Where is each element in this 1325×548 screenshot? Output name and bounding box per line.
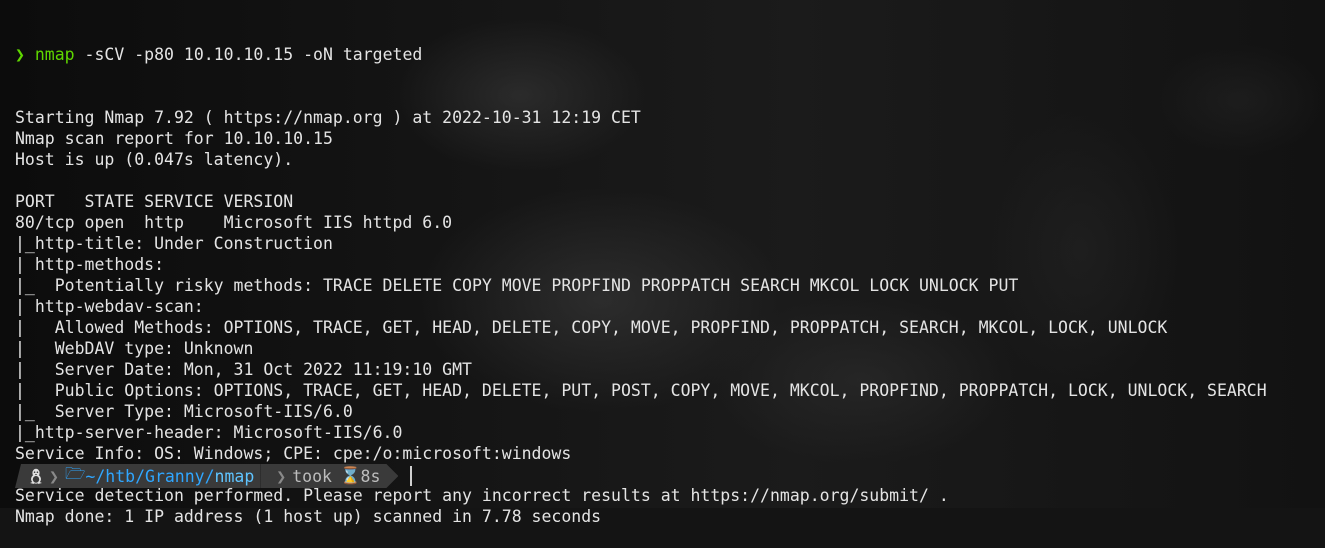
output-line: | Public Options: OPTIONS, TRACE, GET, H… (15, 381, 1267, 400)
output-line: | http-webdav-scan: (15, 297, 204, 316)
duration-value: 8s (360, 466, 381, 486)
output-line: Nmap done: 1 IP address (1 host up) scan… (15, 507, 602, 526)
took-label: took (292, 466, 332, 486)
tux-icon (29, 468, 43, 484)
chevron-right-icon: ❯ (276, 466, 287, 486)
output-line: |_ Server Type: Microsoft-IIS/6.0 (15, 402, 353, 421)
output-line: | Allowed Methods: OPTIONS, TRACE, GET, … (15, 318, 1168, 337)
output-line: | http-methods: (15, 255, 165, 274)
path-prefix: ~/htb/Granny/ (85, 466, 215, 486)
took-segment: ❯ took ⌛ 8s (260, 464, 398, 488)
prompt-statusbar: ❯ 🗁 ~/htb/Granny/nmap ❯ took ⌛ 8s (15, 464, 413, 488)
command-args: -sCV -p80 10.10.10.15 -oN targeted (74, 45, 423, 64)
output-line: 80/tcp open http Microsoft IIS httpd 6.0 (15, 213, 453, 232)
folder-open-icon: 🗁 (64, 464, 86, 483)
output-line: | Server Date: Mon, 31 Oct 2022 11:19:10… (15, 360, 472, 379)
command-line: ❯ nmap -sCV -p80 10.10.10.15 -oN targete… (15, 44, 1325, 65)
path-current: nmap (214, 466, 255, 486)
output-line: PORT STATE SERVICE VERSION (15, 192, 294, 211)
os-segment: ❯ 🗁 ~/htb/Granny/nmap (15, 464, 261, 488)
chevron-right-icon: ❯ (49, 466, 59, 486)
output-line: Service detection performed. Please repo… (15, 486, 949, 505)
output-line: | WebDAV type: Unknown (15, 339, 254, 358)
command-name: nmap (34, 45, 75, 64)
prompt-arrow-icon: ❯ (15, 45, 25, 64)
output-line: Host is up (0.047s latency). (15, 150, 294, 169)
output-line: Starting Nmap 7.92 ( https://nmap.org ) … (15, 108, 641, 127)
output-line: |_ Potentially risky methods: TRACE DELE… (15, 276, 1019, 295)
output-line: Nmap scan report for 10.10.10.15 (15, 129, 333, 148)
output-line: |_http-title: Under Construction (15, 234, 333, 253)
output-line: Service Info: OS: Windows; CPE: cpe:/o:m… (15, 444, 572, 463)
text-cursor[interactable] (410, 466, 413, 486)
output-line: |_http-server-header: Microsoft-IIS/6.0 (15, 423, 403, 442)
hourglass-icon: ⌛ (339, 466, 361, 485)
